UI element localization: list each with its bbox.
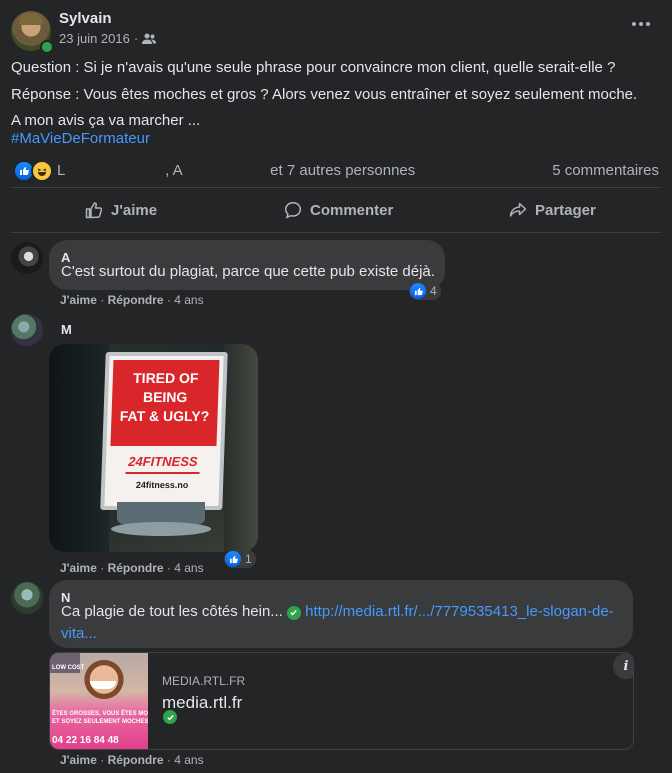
reactor-name-2[interactable]: , A: [165, 162, 182, 179]
link-preview-thumbnail[interactable]: LOW COST ÊTES GROSSES, VOUS ÊTES MOCHES,…: [50, 653, 148, 749]
post-line-3: A mon avis ça va marcher ...: [11, 112, 201, 129]
comment-link-3[interactable]: http://media.rtl.fr/.../7779535413_le-sl…: [305, 603, 614, 620]
link-preview-title[interactable]: media.rtl.fr: [162, 693, 242, 713]
thumb-phone: 04 22 16 84 48: [52, 735, 119, 746]
comment-link-3-cont[interactable]: vita...: [61, 625, 97, 642]
poster-brand: 24FITNESS: [127, 454, 198, 469]
more-options-icon[interactable]: [632, 22, 650, 26]
comment-like-3[interactable]: J'aime: [60, 753, 97, 767]
comment-like-1[interactable]: J'aime: [60, 293, 97, 307]
thumbs-up-icon: [85, 202, 103, 219]
comment-reactions-1[interactable]: 4: [409, 282, 441, 300]
poster-board: TIRED OF BEING FAT & UGLY? JUST BE UGLY!…: [100, 352, 228, 510]
comment-button-label[interactable]: Commenter: [310, 202, 393, 219]
comment-avatar-1[interactable]: [11, 242, 43, 274]
comment-like-2[interactable]: J'aime: [60, 561, 97, 575]
post-line-1: Question : Si je n'avais qu'une seule ph…: [11, 59, 616, 76]
comment-reply-3[interactable]: Répondre: [108, 753, 164, 767]
comment-avatar-2[interactable]: [11, 314, 43, 346]
poster-line-2: BEING: [142, 389, 188, 405]
post-line-2: Réponse : Vous êtes moches et gros ? Alo…: [11, 86, 638, 103]
share-button[interactable]: Partager: [509, 201, 596, 219]
comment-reactions-count-2: 1: [245, 552, 252, 566]
comments-count[interactable]: 5 commentaires: [552, 162, 659, 179]
comment-text-3-body: Ca plagie de tout les côtés hein...: [61, 603, 283, 620]
reaction-icons[interactable]: [13, 160, 53, 182]
like-reaction-icon: [410, 283, 426, 299]
comment-image-2[interactable]: TIRED OF BEING FAT & UGLY? JUST BE UGLY!…: [49, 344, 258, 552]
poster-line-4: JUST BE UGLY!!!: [118, 434, 209, 446]
verified-check-icon: [286, 605, 301, 620]
share-arrow-icon: [509, 202, 527, 217]
post-date-text[interactable]: 23 juin 2016: [59, 31, 130, 46]
comment-meta-1: J'aime · Répondre · 4 ans: [60, 293, 204, 307]
comment-reply-1[interactable]: Répondre: [108, 293, 164, 307]
poster-line-1: TIRED OF: [132, 370, 199, 386]
comment-reactions-2[interactable]: 1: [224, 550, 256, 568]
friends-icon: [142, 33, 157, 44]
like-button[interactable]: J'aime: [85, 201, 157, 219]
link-preview-card[interactable]: LOW COST ÊTES GROSSES, VOUS ÊTES MOCHES,…: [49, 652, 634, 750]
comment-bubble-3: N Ca plagie de tout les côtés hein... ht…: [49, 580, 633, 648]
post-author-name[interactable]: Sylvain: [59, 10, 112, 27]
post-date[interactable]: 23 juin 2016 ·: [59, 31, 157, 46]
thumb-text-2: ET SOYEZ SEULEMENT MOCHES: [52, 719, 148, 725]
online-status-dot: [40, 40, 54, 54]
divider-top: [11, 187, 661, 188]
divider-bottom: [11, 232, 661, 233]
info-icon[interactable]: i: [612, 653, 633, 680]
link-preview-domain: MEDIA.RTL.FR: [162, 674, 246, 688]
post-hashtag[interactable]: #MaVieDeFormateur: [11, 130, 150, 147]
share-button-label[interactable]: Partager: [535, 202, 596, 219]
comment-time-3[interactable]: 4 ans: [174, 753, 203, 767]
comment-meta-2: J'aime · Répondre · 4 ans: [60, 561, 204, 575]
poster-line-3: FAT & UGLY?: [119, 408, 210, 424]
reactions-text[interactable]: L , A et 7 autres personnes: [57, 162, 415, 179]
comment-text-3: Ca plagie de tout les côtés hein... http…: [61, 601, 621, 645]
thumb-text-1: ÊTES GROSSES, VOUS ÊTES MOCHES,: [52, 711, 148, 717]
comment-meta-3: J'aime · Répondre · 4 ans: [60, 753, 204, 767]
comment-author-2[interactable]: M: [61, 322, 72, 337]
verified-check-icon: [163, 710, 177, 724]
poster-url: 24fitness.no: [135, 480, 189, 490]
comment-reply-2[interactable]: Répondre: [108, 561, 164, 575]
like-reaction-icon: [225, 551, 241, 567]
speech-bubble-icon: [284, 202, 302, 219]
thumb-top-text: LOW COST: [52, 665, 85, 671]
comment-time-1[interactable]: 4 ans: [174, 293, 203, 307]
comment-avatar-3[interactable]: [11, 582, 43, 614]
reactor-name-1[interactable]: L: [57, 162, 65, 179]
haha-reaction-icon: [31, 160, 53, 182]
comment-bubble-1: A C'est surtout du plagiat, parce que ce…: [49, 240, 445, 290]
reactions-others[interactable]: et 7 autres personnes: [270, 162, 415, 179]
like-button-label[interactable]: J'aime: [111, 202, 157, 219]
comment-reactions-count-1: 4: [430, 284, 437, 298]
comment-time-2[interactable]: 4 ans: [174, 561, 203, 575]
comment-text-1: C'est surtout du plagiat, parce que cett…: [61, 263, 435, 280]
comment-button[interactable]: Commenter: [284, 201, 393, 219]
